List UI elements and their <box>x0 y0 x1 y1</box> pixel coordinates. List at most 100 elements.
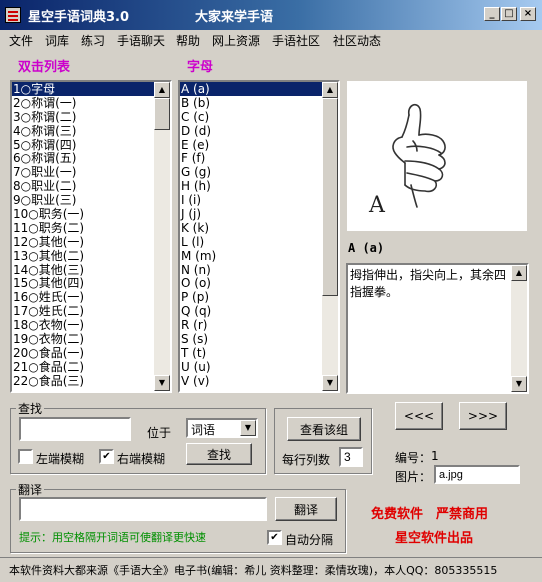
category-list-item[interactable]: 5○称谓(四) <box>12 138 154 152</box>
view-group-button[interactable]: 查看该组 <box>287 417 361 441</box>
fuzzy-left-checkbox[interactable] <box>18 449 33 464</box>
search-input[interactable] <box>19 417 131 441</box>
letter-list-item[interactable]: V (v) <box>180 374 322 388</box>
category-list-item[interactable]: 15○其他(四) <box>12 276 154 291</box>
promo-free-software: 免费软件 严禁商用 <box>371 507 489 522</box>
letter-list-item[interactable]: A (a) <box>180 82 322 96</box>
translate-input[interactable] <box>19 497 267 521</box>
letter-list-item[interactable]: C (c) <box>180 110 322 124</box>
find-button[interactable]: 查找 <box>186 443 252 465</box>
auto-split-label[interactable]: 自动分隔 <box>285 531 333 548</box>
auto-split-checkbox[interactable]: ✔ <box>267 530 282 545</box>
category-list-item[interactable]: 12○其他(一) <box>12 235 154 249</box>
menu-chat[interactable]: 手语聊天 <box>117 32 165 49</box>
category-list-item[interactable]: 1○字母 <box>12 82 154 96</box>
close-button[interactable]: × <box>520 7 536 21</box>
letter-list-item[interactable]: M (m) <box>180 249 322 263</box>
scroll-thumb[interactable] <box>322 98 338 296</box>
menu-help[interactable]: 帮助 <box>176 32 200 49</box>
scroll-up-icon[interactable]: ▲ <box>154 82 170 98</box>
prev-button[interactable]: <<< <box>395 402 443 430</box>
scroll-down-icon[interactable]: ▼ <box>322 375 338 391</box>
scroll-down-icon[interactable]: ▼ <box>511 376 527 392</box>
letter-list-item[interactable]: D (d) <box>180 124 322 138</box>
letter-list-item[interactable]: S (s) <box>180 332 322 346</box>
category-list-item[interactable]: 20○食品(一) <box>12 346 154 360</box>
menu-web-resources[interactable]: 网上资源 <box>212 32 260 49</box>
category-list[interactable]: 1○字母 2○称谓(一) 3○称谓(二) 4○称谓(三) 5○称谓(四) 6○称谓(五) 7… <box>10 80 172 393</box>
translate-hint: 提示：用空格隔开词语可使翻译更快速 <box>19 531 206 544</box>
menu-practice[interactable]: 练习 <box>81 32 105 49</box>
chevron-down-icon[interactable]: ▼ <box>240 420 256 436</box>
category-list-item[interactable]: 4○称谓(三) <box>12 124 154 138</box>
letter-list[interactable]: A (a) B (b) C (c) D (d) E (e) F (f) G (g) H (h)… <box>178 80 340 393</box>
fuzzy-left-label[interactable]: 左端模糊 <box>36 450 84 467</box>
search-scope-select[interactable]: 词语 ▼ <box>186 418 258 438</box>
current-word: A (a) <box>348 241 385 255</box>
letter-list-item[interactable]: N (n) <box>180 263 322 277</box>
scroll-up-icon[interactable]: ▲ <box>322 82 338 98</box>
letter-list-item[interactable]: H (h) <box>180 179 322 193</box>
category-list-item[interactable]: 18○衣物(一) <box>12 318 154 332</box>
fuzzy-right-label[interactable]: 右端模糊 <box>117 450 165 467</box>
image-label: 图片： <box>395 470 432 484</box>
category-list-scrollbar[interactable]: ▲ ▼ <box>154 82 170 391</box>
category-list-item[interactable]: 21○食品(二) <box>12 360 154 374</box>
scroll-up-icon[interactable]: ▲ <box>511 265 527 281</box>
category-list-item[interactable]: 2○称谓(一) <box>12 96 154 110</box>
letter-list-item[interactable]: I (i) <box>180 193 322 207</box>
menu-library[interactable]: 词库 <box>45 32 69 49</box>
columns-label: 每行列数 <box>282 453 331 467</box>
category-list-item[interactable]: 8○职业(二) <box>12 179 154 193</box>
category-list-item[interactable]: 22○食品(三) <box>12 374 154 388</box>
category-list-item[interactable]: 19○衣物(二) <box>12 332 154 346</box>
letter-list-item[interactable]: U (u) <box>180 360 322 374</box>
category-list-item[interactable]: 7○职业(一) <box>12 165 154 179</box>
letter-list-items: A (a) B (b) C (c) D (d) E (e) F (f) G (g) H (h)… <box>180 82 322 391</box>
category-list-item[interactable]: 14○其他(三) <box>12 263 154 277</box>
window-slogan: 大家来学手语 <box>195 10 274 25</box>
image-name-field[interactable] <box>434 465 520 484</box>
description-box[interactable]: 拇指伸出，指尖向上，其余四指握拳。 ▲ ▼ <box>346 263 529 394</box>
letter-list-item[interactable]: T (t) <box>180 346 322 360</box>
menu-file[interactable]: 文件 <box>9 32 33 49</box>
number-value: 1 <box>431 449 439 463</box>
category-list-item[interactable]: 10○职务(一) <box>12 207 154 221</box>
category-list-item[interactable]: 3○称谓(二) <box>12 110 154 124</box>
translate-button[interactable]: 翻译 <box>275 497 337 521</box>
maximize-button[interactable]: □ <box>501 7 517 21</box>
app-icon[interactable] <box>5 7 21 23</box>
sign-image: A <box>347 81 527 231</box>
menu-community[interactable]: 手语社区 <box>272 32 320 49</box>
letter-list-item[interactable]: B (b) <box>180 96 322 110</box>
letter-list-item[interactable]: K (k) <box>180 221 322 235</box>
category-list-item[interactable]: 9○职业(三) <box>12 193 154 207</box>
letter-list-item[interactable]: F (f) <box>180 151 322 166</box>
letter-list-item[interactable]: G (g) <box>180 165 322 179</box>
columns-input[interactable] <box>339 447 363 467</box>
category-list-item[interactable]: 16○姓氏(一) <box>12 290 154 304</box>
letter-list-item[interactable]: O (o) <box>180 276 322 291</box>
description-scrollbar[interactable]: ▲ ▼ <box>511 265 527 392</box>
menu-community-news[interactable]: 社区动态 <box>333 32 381 49</box>
letter-list-item[interactable]: L (l) <box>180 235 322 249</box>
next-button[interactable]: >>> <box>459 402 507 430</box>
search-group-title: 查找 <box>16 400 45 417</box>
scroll-down-icon[interactable]: ▼ <box>154 375 170 391</box>
category-list-item[interactable]: 6○称谓(五) <box>12 151 154 166</box>
category-list-item[interactable]: 13○其他(二) <box>12 249 154 263</box>
letter-list-item[interactable]: R (r) <box>180 318 322 332</box>
search-scope-value: 词语 <box>191 423 216 437</box>
letter-list-item[interactable]: Q (q) <box>180 304 322 318</box>
title-bar[interactable]: 星空手语词典3.0 大家来学手语 _ □ × <box>0 0 542 30</box>
letter-list-item[interactable]: J (j) <box>180 207 322 221</box>
fuzzy-right-checkbox[interactable]: ✔ <box>99 449 114 464</box>
letter-list-scrollbar[interactable]: ▲ ▼ <box>322 82 338 391</box>
minimize-button[interactable]: _ <box>484 7 500 21</box>
category-list-item[interactable]: 17○姓氏(二) <box>12 304 154 318</box>
menu-bar: 文件 词库 练习 手语聊天 帮助 网上资源 手语社区 社区动态 <box>0 30 542 50</box>
scroll-thumb[interactable] <box>154 98 170 130</box>
letter-list-item[interactable]: P (p) <box>180 290 322 304</box>
category-list-item[interactable]: 11○职务(二) <box>12 221 154 235</box>
letter-list-item[interactable]: E (e) <box>180 138 322 152</box>
